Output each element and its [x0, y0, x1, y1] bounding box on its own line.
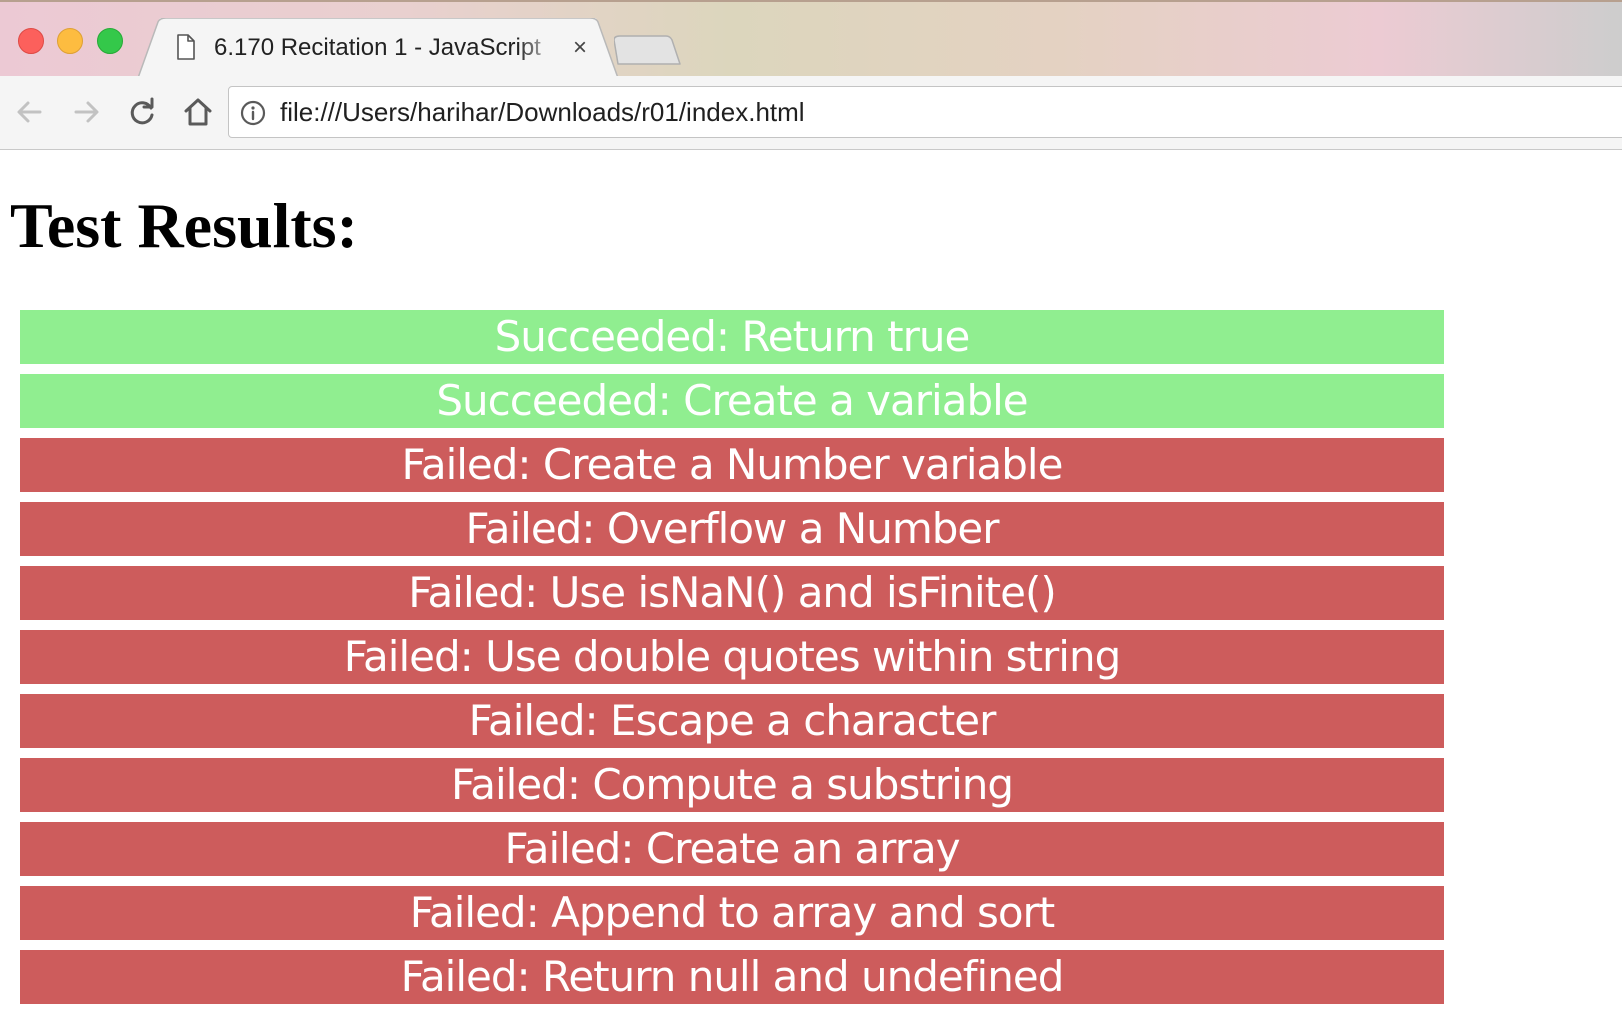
test-result: Failed: Use double quotes within string [20, 630, 1444, 684]
test-result: Failed: Return null and undefined [20, 950, 1444, 1004]
forward-arrow-icon[interactable] [68, 94, 104, 130]
home-icon[interactable] [180, 94, 216, 130]
minimize-window-button[interactable] [57, 28, 83, 54]
close-window-button[interactable] [18, 28, 44, 54]
test-result: Failed: Create a Number variable [20, 438, 1444, 492]
tab-title: 6.170 Recitation 1 - JavaScript [214, 34, 541, 61]
reload-icon[interactable] [124, 94, 160, 130]
back-arrow-icon[interactable] [12, 94, 48, 130]
info-icon[interactable] [240, 100, 266, 126]
test-result: Succeeded: Return true [20, 310, 1444, 364]
test-result: Failed: Use isNaN() and isFinite() [20, 566, 1444, 620]
close-tab-icon[interactable]: × [568, 36, 592, 60]
zoom-window-button[interactable] [97, 28, 123, 54]
address-bar-url[interactable]: file:///Users/harihar/Downloads/r01/inde… [280, 94, 805, 130]
page-title: Test Results: [10, 190, 358, 261]
test-results-list: Succeeded: Return true Succeeded: Create… [20, 310, 1444, 1012]
test-result: Failed: Append to array and sort [20, 886, 1444, 940]
test-result: Succeeded: Create a variable [20, 374, 1444, 428]
test-result: Failed: Create an array [20, 822, 1444, 876]
new-tab-icon[interactable] [614, 34, 682, 66]
page-icon [177, 34, 195, 60]
test-result: Failed: Overflow a Number [20, 502, 1444, 556]
page-content: Test Results: Succeeded: Return true Suc… [0, 150, 1622, 1012]
test-result: Failed: Compute a substring [20, 758, 1444, 812]
test-result: Failed: Escape a character [20, 694, 1444, 748]
